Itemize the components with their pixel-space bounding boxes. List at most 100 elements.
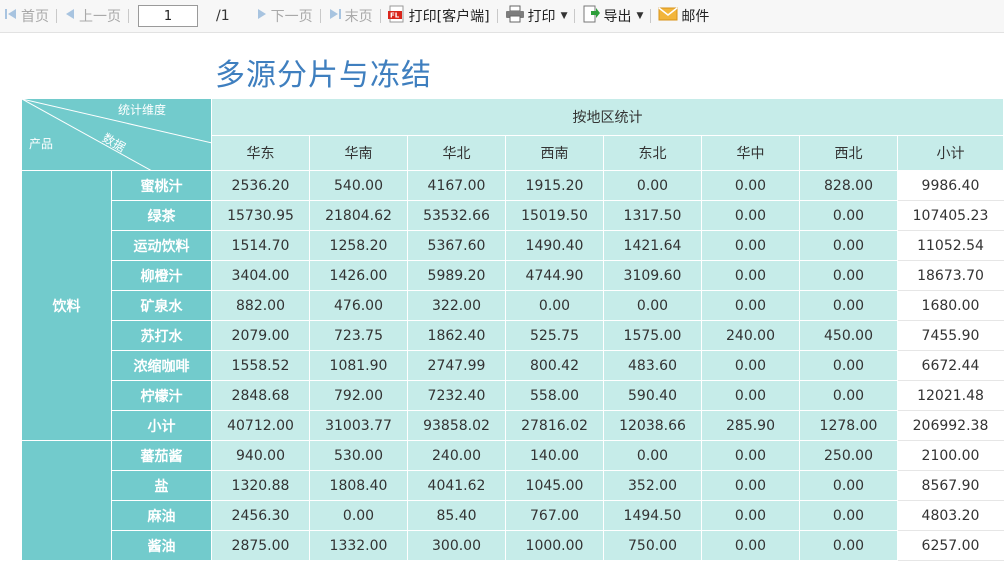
first-page-label: 首页	[21, 9, 49, 25]
product-cell: 苏打水	[111, 320, 212, 351]
value-cell: 0.00	[799, 350, 898, 381]
toolbar-divider	[379, 9, 381, 23]
category-cell: 饮料	[21, 170, 112, 441]
value-cell: 2536.20	[211, 170, 310, 201]
product-cell: 柠檬汁	[111, 380, 212, 411]
value-cell: 0.00	[799, 230, 898, 261]
row-total-cell: 6672.44	[897, 350, 1004, 381]
value-cell: 940.00	[211, 440, 310, 471]
value-cell: 1575.00	[603, 320, 702, 351]
report-title: 多源分片与冻结	[215, 58, 432, 93]
value-cell: 1317.50	[603, 200, 702, 231]
value-cell: 300.00	[407, 530, 506, 561]
export-label: 导出	[603, 9, 632, 25]
value-cell: 240.00	[407, 440, 506, 471]
header-corner: 统计维度 数据 产品	[21, 98, 212, 171]
value-cell: 1000.00	[505, 530, 604, 561]
row-total-cell: 2100.00	[897, 440, 1004, 471]
value-cell: 0.00	[799, 260, 898, 291]
next-page-label: 下一页	[270, 9, 313, 25]
value-cell: 7232.40	[407, 380, 506, 411]
value-cell: 882.00	[211, 290, 310, 321]
product-cell: 绿茶	[111, 200, 212, 231]
value-cell: 0.00	[799, 380, 898, 411]
value-cell: 1278.00	[799, 410, 898, 441]
row-total-cell: 18673.70	[897, 260, 1004, 291]
mail-button[interactable]: 邮件	[658, 0, 709, 33]
value-cell: 0.00	[701, 380, 800, 411]
product-cell: 小计	[111, 410, 212, 441]
row-total-cell: 7455.90	[897, 320, 1004, 351]
value-cell: 4041.62	[407, 470, 506, 501]
last-page-icon	[328, 7, 342, 25]
value-cell: 85.40	[407, 500, 506, 531]
value-cell: 1915.20	[505, 170, 604, 201]
value-cell: 5367.60	[407, 230, 506, 261]
value-cell: 1490.40	[505, 230, 604, 261]
row-total-cell: 11052.54	[897, 230, 1004, 261]
value-cell: 2875.00	[211, 530, 310, 561]
page-number-input[interactable]	[138, 5, 198, 27]
export-dropdown-button[interactable]: 导出 ▼	[582, 0, 643, 33]
value-cell: 4744.90	[505, 260, 604, 291]
prev-page-label: 上一页	[79, 9, 121, 25]
value-cell: 1514.70	[211, 230, 310, 261]
toolbar-divider	[650, 9, 652, 23]
chevron-down-icon: ▼	[560, 11, 568, 21]
value-cell: 525.75	[505, 320, 604, 351]
value-cell: 0.00	[505, 290, 604, 321]
value-cell: 792.00	[309, 380, 408, 411]
value-cell: 93858.02	[407, 410, 506, 441]
table-row: 蕃茄酱 940.00 530.00 240.00 140.00 0.00 0.00 250.0…	[21, 440, 1004, 561]
last-page-label: 末页	[344, 9, 373, 25]
page-total: /1	[216, 8, 230, 24]
region-header: 西北	[799, 135, 898, 171]
subtotal-header: 小计	[897, 135, 1004, 171]
value-cell: 1426.00	[309, 260, 408, 291]
product-cell: 浓缩咖啡	[111, 350, 212, 381]
row-total-cell: 1680.00	[897, 290, 1004, 321]
value-cell: 0.00	[799, 530, 898, 561]
table-row: 小计 40712.00 31003.77 93858.02 27816.02 12038.…	[22, 410, 1004, 441]
next-page-button[interactable]: 下一页	[256, 0, 313, 33]
print-dropdown-button[interactable]: 打印 ▼	[505, 0, 568, 33]
row-total-cell: 107405.23	[897, 200, 1004, 231]
row-total-cell: 12021.48	[897, 380, 1004, 411]
category-cell	[21, 440, 112, 561]
value-cell: 0.00	[799, 500, 898, 531]
value-cell: 250.00	[799, 440, 898, 471]
value-cell: 0.00	[603, 170, 702, 201]
value-cell: 828.00	[799, 170, 898, 201]
report-toolbar: 首页 上一页 /1 下一页 末页 FL 打印[客户端] 打印 ▼	[0, 0, 1004, 33]
first-page-button[interactable]: 首页	[4, 0, 49, 33]
product-cell: 矿泉水	[111, 290, 212, 321]
product-cell: 麻油	[111, 500, 212, 531]
value-cell: 27816.02	[505, 410, 604, 441]
value-cell: 53532.66	[407, 200, 506, 231]
value-cell: 0.00	[701, 470, 800, 501]
value-cell: 1081.90	[309, 350, 408, 381]
value-cell: 1808.40	[309, 470, 408, 501]
value-cell: 530.00	[309, 440, 408, 471]
region-header: 西南	[505, 135, 604, 171]
value-cell: 0.00	[701, 530, 800, 561]
value-cell: 1494.50	[603, 500, 702, 531]
last-page-button[interactable]: 末页	[328, 0, 373, 33]
value-cell: 1258.20	[309, 230, 408, 261]
corner-label-product: 产品	[29, 137, 54, 151]
value-cell: 0.00	[701, 230, 800, 261]
value-cell: 352.00	[603, 470, 702, 501]
region-group-header: 按地区统计	[211, 98, 1004, 136]
value-cell: 540.00	[309, 170, 408, 201]
value-cell: 3404.00	[211, 260, 310, 291]
table-row: 绿茶 15730.95 21804.62 53532.66 15019.50 1317.5…	[22, 200, 1004, 231]
value-cell: 4167.00	[407, 170, 506, 201]
region-header: 华北	[407, 135, 506, 171]
toolbar-divider	[496, 9, 498, 23]
value-cell: 0.00	[701, 200, 800, 231]
prev-page-button[interactable]: 上一页	[64, 0, 121, 33]
value-cell: 0.00	[701, 290, 800, 321]
print-client-button[interactable]: FL 打印[客户端]	[387, 0, 490, 33]
value-cell: 800.42	[505, 350, 604, 381]
value-cell: 2456.30	[211, 500, 310, 531]
